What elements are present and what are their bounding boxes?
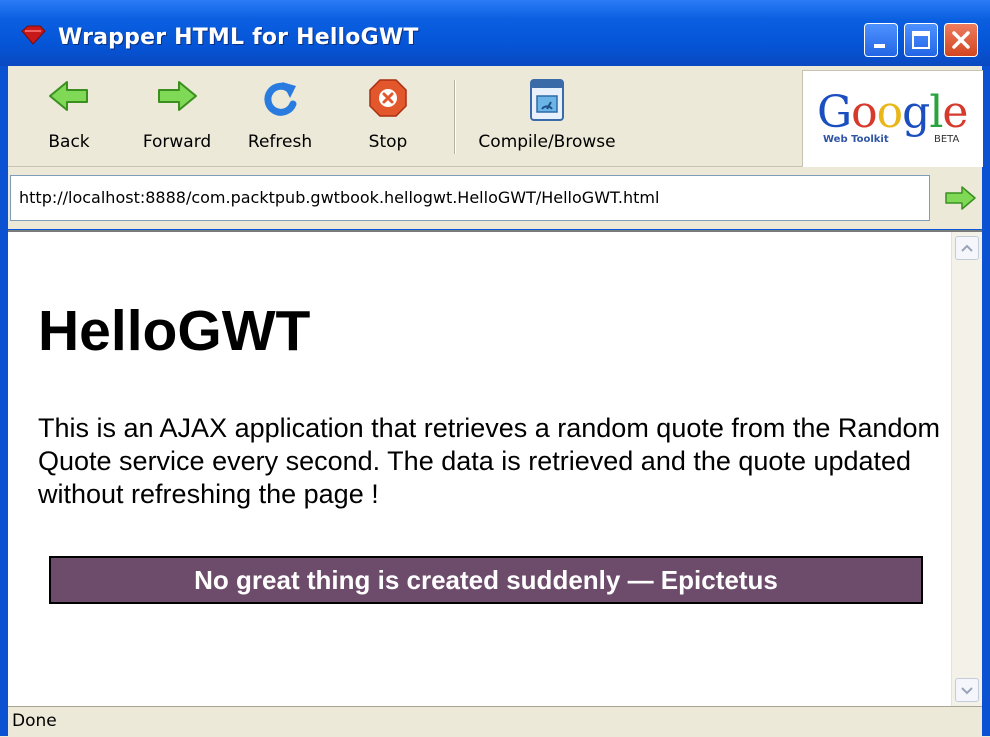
window-frame-left — [0, 66, 8, 736]
url-field[interactable]: http://localhost:8888/com.packtpub.gwtbo… — [10, 175, 930, 221]
status-bar: Done — [8, 706, 982, 737]
compile-browse-label: Compile/Browse — [478, 132, 616, 152]
toolbar: Back Forward Refresh Stop Compile/Browse… — [8, 66, 983, 167]
scroll-down-button[interactable] — [955, 678, 979, 702]
refresh-icon — [264, 82, 297, 116]
refresh-button[interactable]: Refresh — [240, 66, 320, 166]
compile-browse-button[interactable]: Compile/Browse — [468, 66, 626, 166]
close-icon — [952, 31, 970, 49]
chevron-down-icon — [961, 687, 973, 695]
go-arrow-icon — [945, 186, 976, 210]
gwt-logo: Google Web Toolkit BETA — [802, 70, 983, 167]
toolbar-separator — [454, 80, 456, 154]
maximize-button[interactable] — [904, 23, 938, 57]
minimize-button[interactable] — [864, 23, 898, 57]
compile-browse-icon — [530, 79, 564, 121]
web-toolkit-label: Web Toolkit — [823, 134, 889, 145]
window-frame-right — [982, 66, 990, 736]
page-title: HelloGWT — [38, 299, 311, 363]
vertical-scrollbar[interactable] — [951, 232, 982, 706]
ruby-app-icon — [21, 25, 46, 45]
minimize-icon — [874, 44, 885, 48]
browser-window: Wrapper HTML for HelloGWT Back Forward R… — [0, 0, 990, 737]
stop-label: Stop — [368, 132, 408, 152]
address-bar: http://localhost:8888/com.packtpub.gwtbo… — [8, 167, 982, 229]
beta-badge: BETA — [934, 134, 960, 145]
back-arrow-icon — [49, 81, 88, 111]
page-description: This is an AJAX application that retriev… — [38, 413, 940, 509]
page-content: HelloGWT This is an AJAX application tha… — [8, 230, 982, 706]
chevron-up-icon — [961, 244, 973, 252]
back-label: Back — [48, 132, 90, 152]
title-bar[interactable]: Wrapper HTML for HelloGWT — [0, 0, 990, 66]
quote-label: No great thing is created suddenly — Epi… — [49, 556, 923, 604]
scroll-up-button[interactable] — [955, 236, 979, 260]
forward-label: Forward — [142, 132, 212, 152]
window-title: Wrapper HTML for HelloGWT — [58, 25, 419, 50]
stop-icon — [369, 79, 407, 117]
back-button[interactable]: Back — [40, 66, 98, 166]
close-button[interactable] — [944, 23, 978, 57]
status-text: Done — [12, 711, 57, 731]
refresh-label: Refresh — [247, 132, 313, 152]
google-wordmark: Google — [817, 87, 968, 138]
stop-button[interactable]: Stop — [358, 66, 418, 166]
forward-arrow-icon — [158, 81, 197, 111]
go-button[interactable] — [938, 175, 982, 221]
maximize-icon — [912, 31, 930, 49]
forward-button[interactable]: Forward — [134, 66, 220, 166]
